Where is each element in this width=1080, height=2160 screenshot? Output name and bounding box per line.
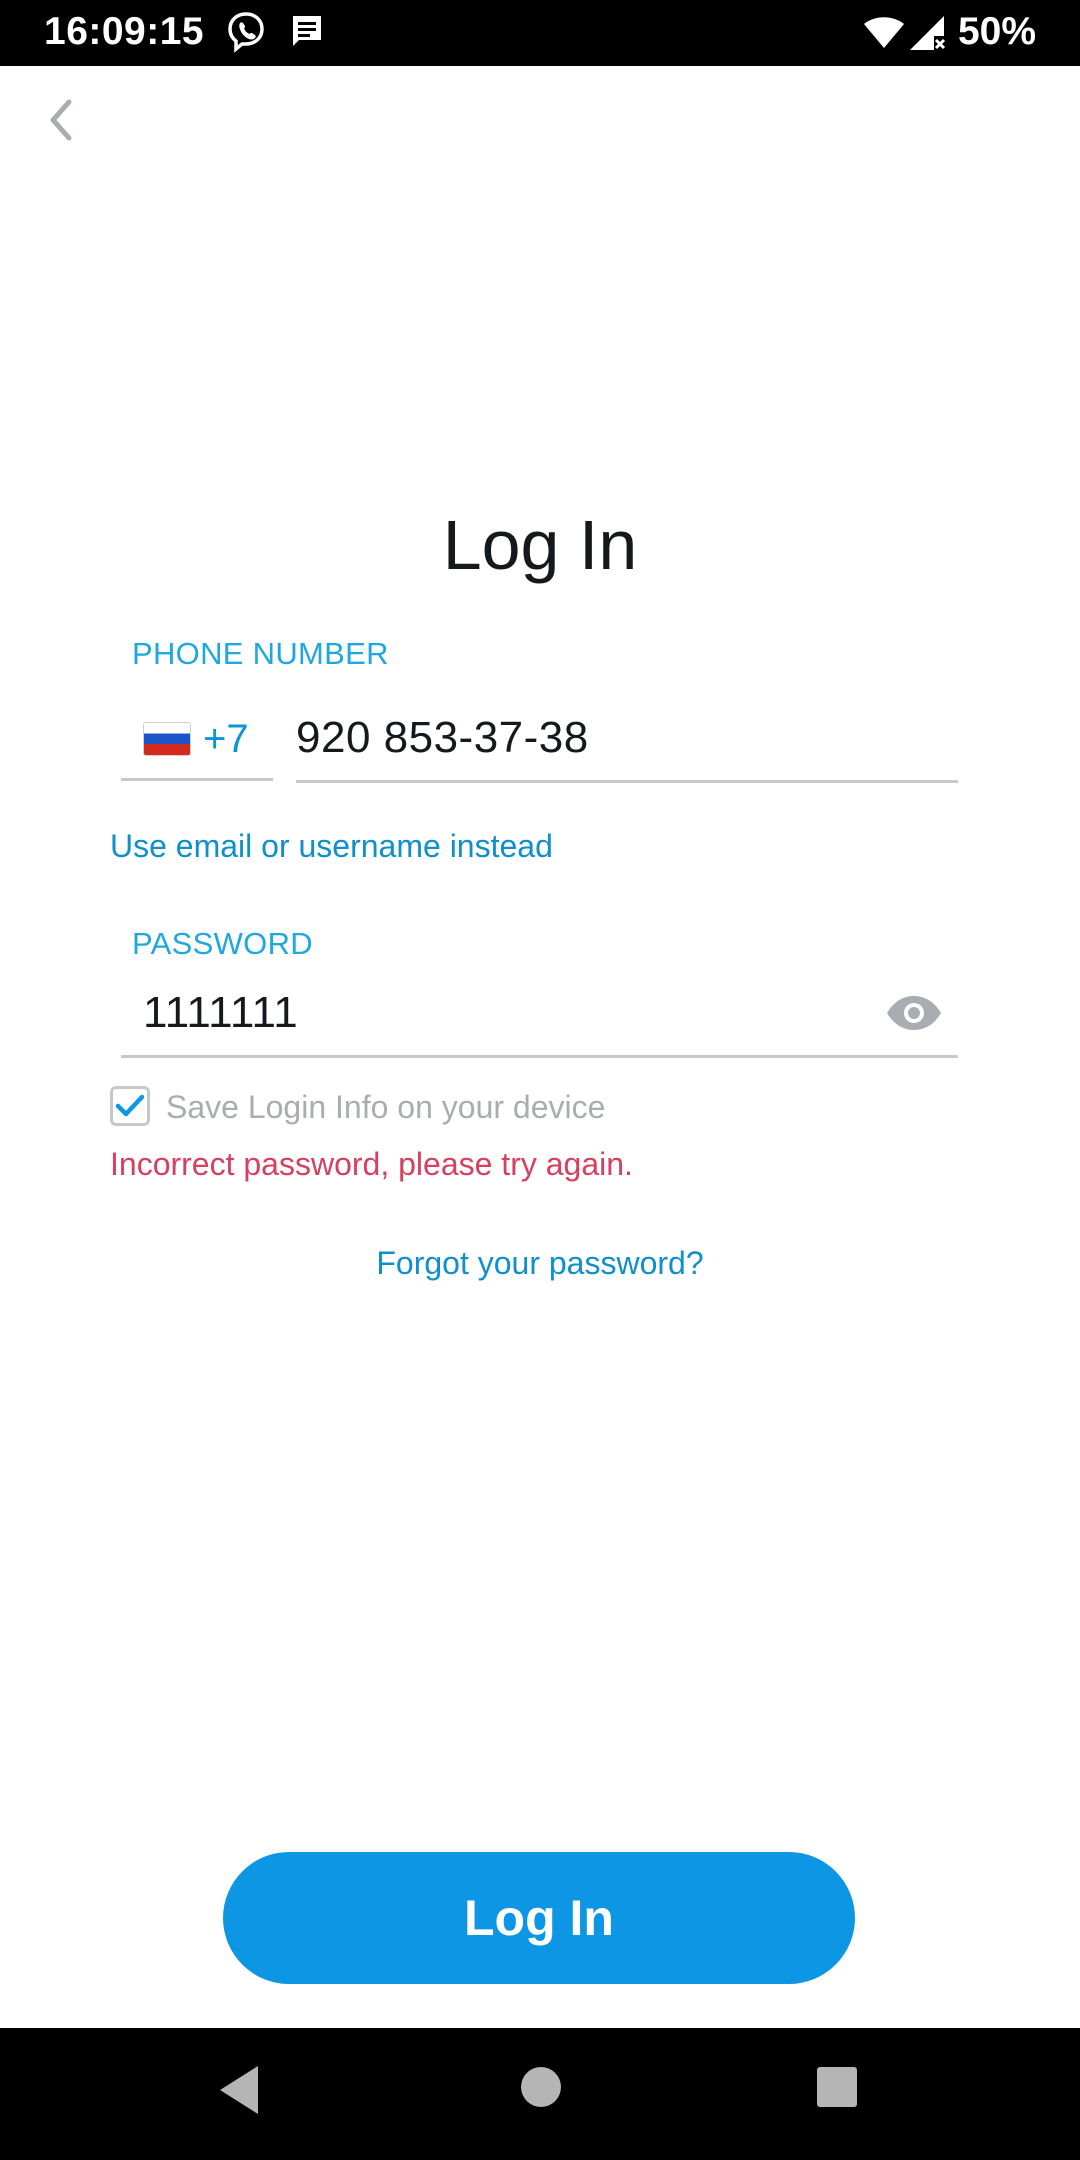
back-triangle-icon[interactable] bbox=[216, 2062, 262, 2123]
save-login-checkbox[interactable] bbox=[110, 1086, 150, 1126]
viber-icon bbox=[224, 10, 268, 59]
phone-number-label: PHONE NUMBER bbox=[132, 636, 389, 671]
password-input-container bbox=[121, 975, 958, 1058]
status-bar: 16:09:15 50% bbox=[0, 0, 1080, 66]
page-title: Log In bbox=[442, 506, 638, 584]
wifi-icon bbox=[862, 14, 906, 55]
navigation-bar bbox=[0, 2028, 1080, 2160]
phone-number-input[interactable] bbox=[296, 700, 958, 776]
country-code-selector[interactable]: +7 bbox=[121, 700, 273, 781]
eye-icon[interactable] bbox=[884, 991, 944, 1035]
checkmark-icon bbox=[115, 1094, 145, 1117]
signal-icon bbox=[908, 14, 948, 57]
chevron-left-icon bbox=[50, 99, 72, 141]
phone-input-container bbox=[296, 700, 958, 783]
battery-percentage: 50% bbox=[957, 10, 1036, 53]
save-login-label: Save Login Info on your device bbox=[166, 1089, 606, 1125]
back-button[interactable] bbox=[30, 90, 90, 150]
message-icon bbox=[290, 14, 324, 55]
status-time: 16:09:15 bbox=[44, 10, 205, 53]
use-email-link[interactable]: Use email or username instead bbox=[110, 828, 553, 865]
login-button[interactable]: Log In bbox=[223, 1852, 855, 1984]
russia-flag-icon bbox=[143, 722, 191, 756]
home-circle-icon[interactable] bbox=[520, 2066, 562, 2113]
password-input[interactable] bbox=[121, 975, 843, 1051]
forgot-password-link: Forgot your password? bbox=[0, 1245, 1080, 1282]
country-code: +7 bbox=[203, 716, 249, 761]
password-label: PASSWORD bbox=[132, 926, 313, 961]
error-message: Incorrect password, please try again. bbox=[110, 1146, 633, 1182]
forgot-password-text[interactable]: Forgot your password? bbox=[376, 1245, 703, 1281]
recents-square-icon[interactable] bbox=[816, 2066, 858, 2113]
